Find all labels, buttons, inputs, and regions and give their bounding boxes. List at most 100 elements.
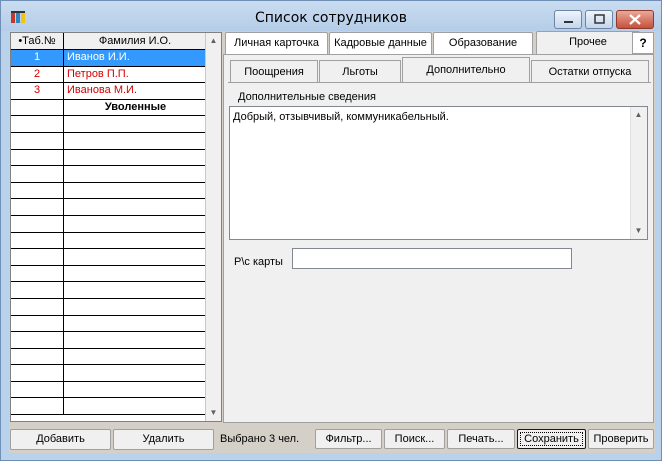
- empty-row[interactable]: [11, 315, 206, 333]
- empty-row[interactable]: [11, 265, 206, 283]
- card-account-input[interactable]: [292, 248, 572, 269]
- grid-rows: 1 Иванов И.И. 2 Петров П.П. 3 Иванова М.И. Уво…: [11, 50, 206, 416]
- empty-cell: [65, 282, 206, 298]
- empty-row[interactable]: [11, 249, 206, 266]
- grid-header: •Таб.№ Фамилия И.О.: [11, 33, 206, 50]
- empty-cell: [65, 349, 206, 365]
- check-button[interactable]: Проверить: [588, 429, 654, 449]
- empty-cell: [11, 149, 64, 166]
- additional-info-label: Дополнительные сведения: [238, 91, 376, 103]
- empty-cell: [11, 381, 64, 398]
- empty-cell: [65, 398, 206, 414]
- empty-cell: [11, 182, 64, 199]
- empty-cell: [65, 249, 206, 265]
- subtab-vacation-balance[interactable]: Остатки отпуска: [531, 60, 649, 82]
- delete-button[interactable]: Удалить: [113, 429, 214, 450]
- subtab-divider: [228, 82, 651, 83]
- tab-education[interactable]: Образование: [433, 32, 533, 54]
- subtab-rewards[interactable]: Поощрения: [230, 60, 318, 82]
- main-tabs: Личная карточка Кадровые данные Образова…: [225, 31, 655, 55]
- empty-cell: [65, 332, 206, 348]
- table-row[interactable]: 3 Иванова М.И.: [11, 83, 206, 100]
- tab-hr-data[interactable]: Кадровые данные: [329, 32, 432, 54]
- empty-row[interactable]: [11, 398, 206, 416]
- empty-cell: [65, 133, 206, 149]
- empty-cell: [11, 398, 64, 415]
- tab-other[interactable]: Прочее: [536, 31, 640, 55]
- empty-cell: [65, 116, 206, 132]
- empty-row[interactable]: [11, 132, 206, 150]
- empty-cell: [65, 183, 206, 199]
- empty-row[interactable]: [11, 199, 206, 216]
- empty-cell: [11, 132, 64, 149]
- column-header-tab-number[interactable]: •Таб.№: [11, 33, 64, 50]
- empty-row[interactable]: [11, 332, 206, 349]
- cell-employee-name: Иванов И.И.: [67, 51, 130, 63]
- save-button[interactable]: Сохранить: [517, 429, 586, 449]
- empty-cell: [65, 365, 206, 381]
- table-row[interactable]: 2 Петров П.П.: [11, 66, 206, 84]
- empty-row[interactable]: [11, 381, 206, 399]
- empty-row[interactable]: [11, 116, 206, 133]
- empty-cell: [11, 298, 64, 315]
- empty-row[interactable]: [11, 232, 206, 250]
- empty-cell: [11, 332, 64, 348]
- empty-cell: [65, 233, 206, 249]
- close-icon: [629, 14, 641, 25]
- empty-cell: [11, 215, 64, 232]
- empty-row[interactable]: [11, 166, 206, 183]
- scroll-down-icon[interactable]: ▼: [206, 405, 221, 420]
- title-bar[interactable]: Список сотрудников: [1, 1, 661, 31]
- memo-scroll-down-icon[interactable]: ▼: [631, 223, 646, 238]
- empty-row[interactable]: [11, 149, 206, 167]
- empty-cell: [11, 249, 64, 265]
- column-header-name[interactable]: Фамилия И.О.: [64, 33, 206, 50]
- empty-row[interactable]: [11, 298, 206, 316]
- empty-row[interactable]: [11, 348, 206, 366]
- empty-cell: [65, 299, 206, 315]
- empty-cell: [11, 282, 64, 298]
- subtab-benefits[interactable]: Льготы: [319, 60, 401, 82]
- client-area: •Таб.№ Фамилия И.О. 1 Иванов И.И. 2 Петров …: [9, 31, 655, 453]
- group-row[interactable]: Уволенные: [11, 99, 206, 117]
- cell-employee-name: Уволенные: [104, 100, 167, 113]
- filter-button[interactable]: Фильтр...: [315, 429, 382, 449]
- sub-tabs: Поощрения Льготы Дополнительно Остатки о…: [228, 57, 651, 83]
- help-button[interactable]: ?: [632, 32, 654, 54]
- search-button[interactable]: Поиск...: [384, 429, 445, 449]
- empty-row[interactable]: [11, 365, 206, 382]
- table-row[interactable]: 1 Иванов И.И.: [11, 50, 206, 67]
- grid-scrollbar[interactable]: ▲ ▼: [205, 33, 221, 421]
- close-button[interactable]: [616, 10, 654, 29]
- cell-tab-number: 3: [11, 83, 64, 99]
- cell-tab-number: 1: [11, 50, 64, 66]
- empty-cell: [65, 216, 206, 232]
- empty-cell: [11, 166, 64, 182]
- empty-cell: [65, 316, 206, 332]
- card-account-label: Р\с карты: [234, 256, 283, 268]
- minimize-button[interactable]: [554, 10, 582, 29]
- empty-cell: [11, 265, 64, 282]
- empty-row[interactable]: [11, 182, 206, 200]
- tab-personal-card[interactable]: Личная карточка: [225, 32, 328, 54]
- empty-cell: [65, 382, 206, 398]
- maximize-button[interactable]: [585, 10, 613, 29]
- additional-info-text: Добрый, отзывчивый, коммуникабельный.: [233, 111, 449, 123]
- selection-status: Выбрано 3 чел.: [220, 433, 300, 445]
- additional-info-memo[interactable]: Добрый, отзывчивый, коммуникабельный. ▲ …: [229, 106, 648, 240]
- memo-scroll-up-icon[interactable]: ▲: [631, 107, 646, 122]
- minimize-icon: [564, 21, 573, 23]
- add-button[interactable]: Добавить: [10, 429, 111, 450]
- memo-scrollbar[interactable]: ▲ ▼: [630, 107, 647, 239]
- empty-row[interactable]: [11, 282, 206, 299]
- scroll-up-icon[interactable]: ▲: [206, 33, 221, 48]
- print-button[interactable]: Печать...: [447, 429, 515, 449]
- empty-cell: [65, 166, 206, 182]
- employee-grid[interactable]: •Таб.№ Фамилия И.О. 1 Иванов И.И. 2 Петров …: [10, 32, 222, 422]
- empty-row[interactable]: [11, 215, 206, 233]
- empty-cell: [11, 365, 64, 381]
- empty-cell: [65, 199, 206, 215]
- tab-panel-other: Поощрения Льготы Дополнительно Остатки о…: [223, 54, 654, 423]
- empty-cell: [11, 199, 64, 215]
- subtab-additional[interactable]: Дополнительно: [402, 57, 530, 83]
